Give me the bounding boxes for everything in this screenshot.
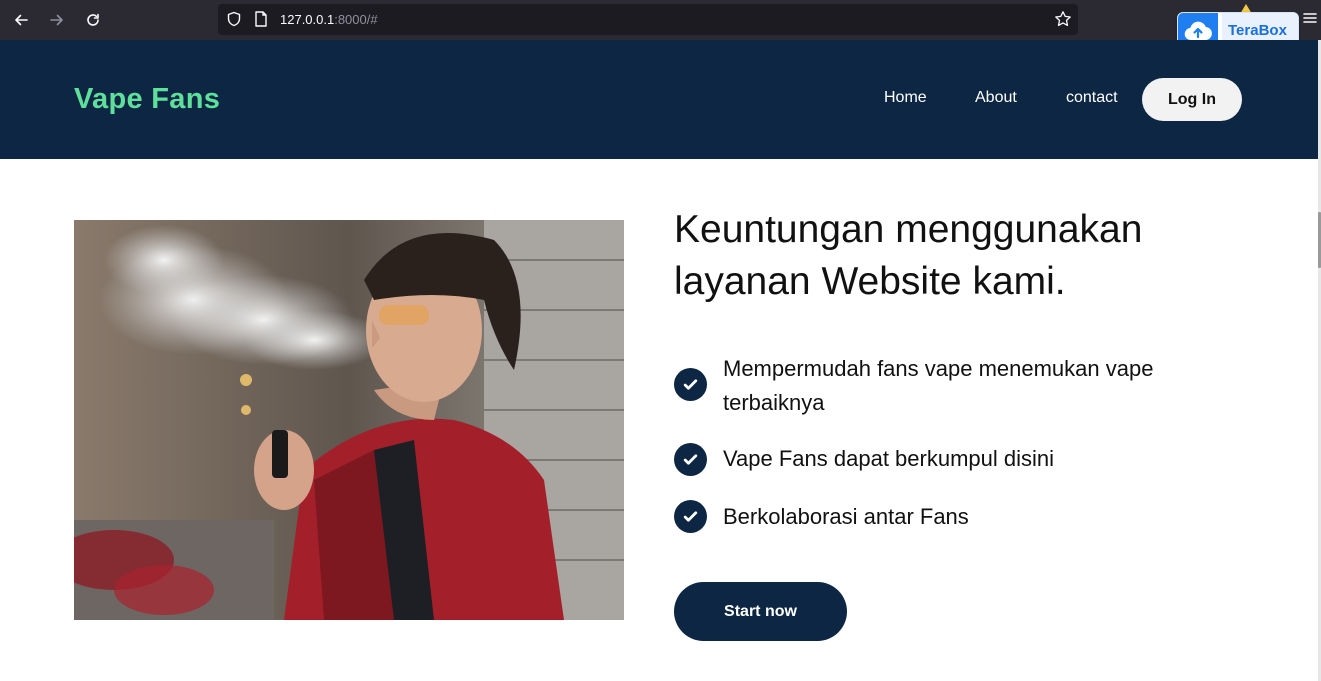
start-now-button[interactable]: Start now: [674, 582, 847, 641]
benefit-item: Mempermudah fans vape menemukan vape ter…: [674, 352, 1234, 422]
page-icon[interactable]: [254, 11, 268, 27]
bookmark-star-icon[interactable]: [1054, 10, 1072, 28]
reload-button[interactable]: [81, 8, 105, 32]
check-icon: [674, 443, 707, 476]
url-host: 127.0.0.1: [280, 12, 335, 27]
browser-toolbar: 127.0.0.1:8000/#: [0, 0, 1321, 40]
hamburger-menu-icon[interactable]: [1303, 11, 1317, 25]
shield-icon[interactable]: [226, 11, 242, 27]
nav-home[interactable]: Home: [884, 89, 927, 107]
benefit-text: Mempermudah fans vape menemukan vape ter…: [723, 356, 1154, 415]
back-button[interactable]: [9, 8, 33, 32]
benefits-headline: Keuntungan menggunakan layanan Website k…: [674, 208, 1143, 303]
benefit-text: Berkolaborasi antar Fans: [723, 504, 969, 529]
url-text[interactable]: 127.0.0.1:8000/#: [280, 12, 378, 27]
benefit-item: Berkolaborasi antar Fans: [674, 500, 1234, 536]
benefit-text: Vape Fans dapat berkumpul disini: [723, 446, 1055, 471]
hero-image: [74, 220, 624, 620]
reload-icon: [87, 13, 99, 26]
check-icon: [674, 500, 707, 533]
nav-contact[interactable]: contact: [1066, 89, 1118, 107]
arrow-right-icon: [50, 14, 63, 26]
brand-logo[interactable]: Vape Fans: [74, 83, 220, 116]
address-bar[interactable]: 127.0.0.1:8000/#: [218, 4, 1078, 35]
url-path: :8000/#: [334, 12, 378, 27]
arrow-left-icon: [15, 14, 28, 26]
check-icon: [674, 368, 707, 401]
forward-button[interactable]: [45, 8, 69, 32]
benefit-item: Vape Fans dapat berkumpul disini: [674, 442, 1234, 478]
nav-about[interactable]: About: [975, 89, 1017, 107]
site-header: Vape Fans Home About contact Log In: [0, 40, 1318, 159]
login-button[interactable]: Log In: [1142, 78, 1242, 121]
